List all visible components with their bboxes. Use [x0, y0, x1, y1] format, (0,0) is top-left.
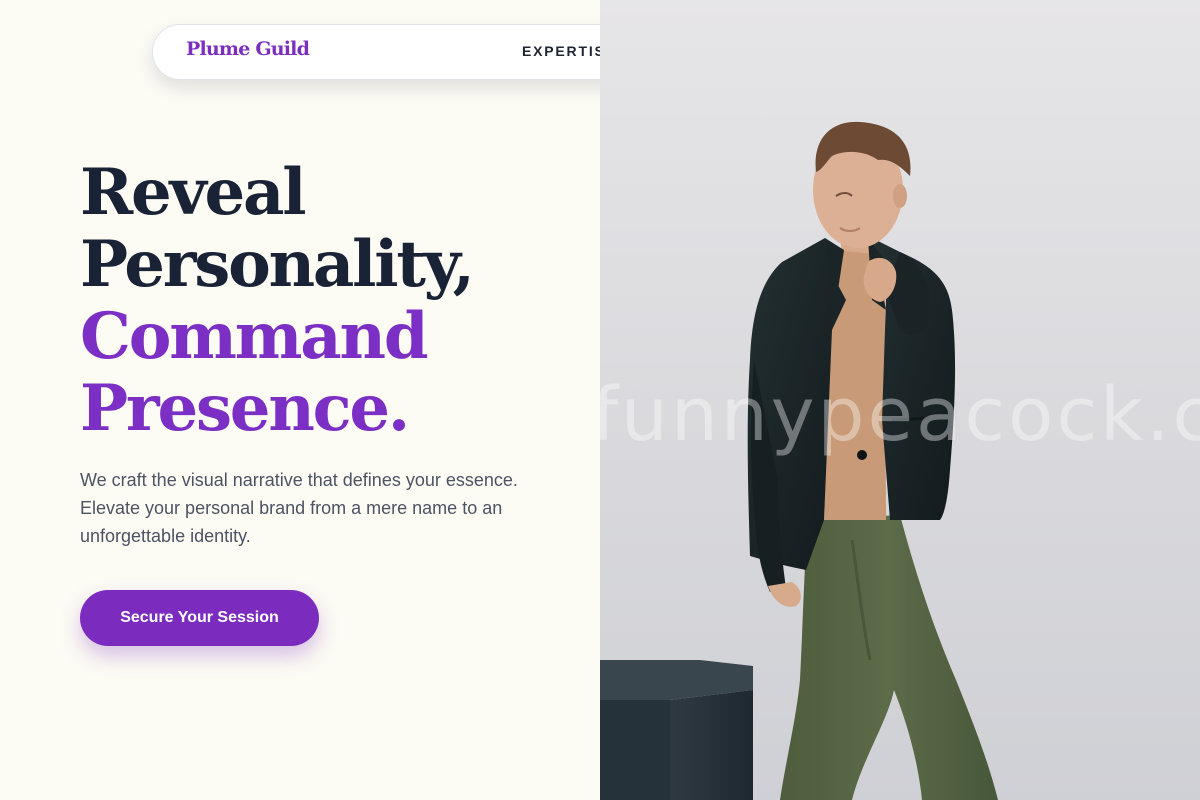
- headline-line-3: Command: [80, 299, 429, 374]
- brand-logo[interactable]: Plume Guild: [186, 38, 310, 60]
- hero-photo: funnypeacock.com: [600, 0, 1200, 800]
- secure-session-button[interactable]: Secure Your Session: [80, 590, 319, 646]
- headline-line-2: Personality,: [80, 227, 475, 302]
- photo-watermark: funnypeacock.com: [600, 372, 1200, 458]
- headline-line-4: Presence.: [80, 371, 410, 446]
- hero-left-panel: Plume Guild EXPERTISE Reveal Personality…: [0, 0, 674, 800]
- hero-headline: Reveal Personality, Command Presence.: [80, 155, 475, 446]
- studio-cube: [600, 660, 753, 800]
- hero-description: We craft the visual narrative that defin…: [80, 470, 518, 546]
- headline-line-1: Reveal: [80, 155, 307, 230]
- top-navbar: Plume Guild EXPERTISE: [152, 24, 674, 80]
